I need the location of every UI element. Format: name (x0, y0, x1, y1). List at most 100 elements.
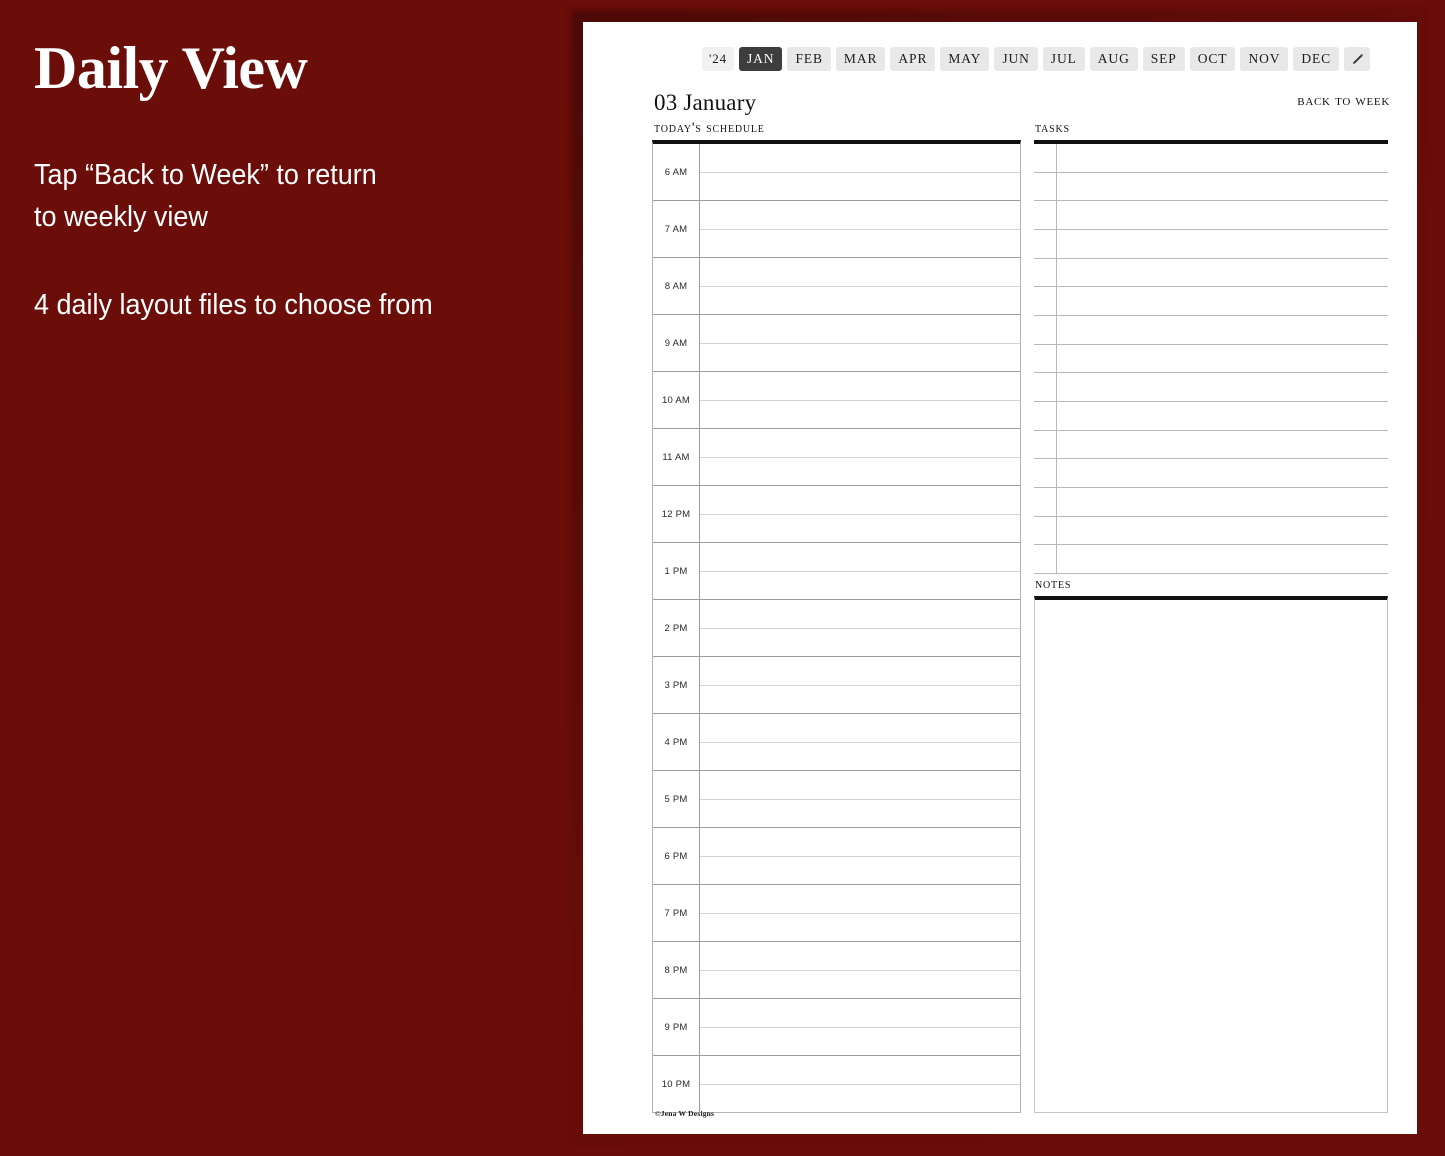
month-tab-year[interactable]: '24 (702, 47, 734, 71)
month-tab-label: FEB (795, 51, 823, 66)
task-row[interactable] (1034, 545, 1388, 575)
planner-page: '24 JAN FEB MAR APR MAY JUN JUL AUG SEP OCT NOV DEC … (583, 22, 1417, 1134)
pen-tool-button[interactable] (1344, 47, 1371, 71)
schedule-hour-row: 12 PM (653, 486, 1020, 543)
task-row[interactable] (1034, 488, 1388, 517)
schedule-entry-slot[interactable] (700, 1056, 1020, 1112)
month-tab-february[interactable]: FEB (787, 47, 831, 71)
promo-paragraph-2: 4 daily layout files to choose from (34, 284, 549, 326)
schedule-hour-label: 6 AM (653, 144, 700, 200)
tasks-list (1034, 140, 1388, 575)
schedule-hour-label: 8 AM (653, 258, 700, 314)
month-tab-label: JUL (1050, 51, 1077, 66)
task-row[interactable] (1034, 259, 1388, 288)
schedule-hour-row: 7 AM (653, 201, 1020, 258)
schedule-hour-row: 10 PM (653, 1056, 1020, 1112)
task-row[interactable] (1034, 459, 1388, 489)
schedule-entry-slot[interactable] (700, 429, 1020, 485)
month-tab-january[interactable]: JAN (739, 47, 783, 71)
schedule-hour-label: 5 PM (653, 771, 700, 827)
copyright-footer: ©Jena W Designs (655, 1109, 715, 1118)
schedule-hour-label: 11 AM (653, 429, 700, 485)
schedule-hour-row: 8 PM (653, 942, 1020, 999)
schedule-hour-label: 1 PM (653, 543, 700, 599)
schedule-hour-label: 7 AM (653, 201, 700, 257)
schedule-hour-label: 4 PM (653, 714, 700, 770)
month-tab-august[interactable]: AUG (1089, 47, 1138, 71)
month-tab-label: MAY (948, 51, 982, 66)
month-tab-october[interactable]: OCT (1189, 47, 1236, 71)
month-tab-label: APR (898, 51, 928, 66)
promo-panel: Daily View Tap “Back to Week” to return … (0, 0, 583, 1156)
schedule-hour-row: 1 PM (653, 543, 1020, 600)
schedule-grid: 6 AM 7 AM 8 AM 9 AM 10 AM 11 AM 12 PM 1 PM 2 PM 3… (652, 140, 1021, 1113)
task-row[interactable] (1034, 373, 1388, 403)
task-row[interactable] (1034, 402, 1388, 431)
schedule-entry-slot[interactable] (700, 657, 1020, 713)
tasks-rows-container (1034, 144, 1388, 575)
task-row[interactable] (1034, 144, 1388, 173)
task-row[interactable] (1034, 517, 1388, 546)
month-tab-november[interactable]: NOV (1240, 47, 1289, 71)
back-to-week-button[interactable]: Back To Week (1297, 93, 1390, 110)
schedule-hour-row: 9 AM (653, 315, 1020, 372)
month-tab-bar: '24 JAN FEB MAR APR MAY JUN JUL AUG SEP OCT NOV DEC (702, 47, 1371, 71)
schedule-section-label: Today's Schedule (654, 120, 765, 136)
month-tab-december[interactable]: DEC (1293, 47, 1340, 71)
schedule-entry-slot[interactable] (700, 315, 1020, 371)
schedule-entry-slot[interactable] (700, 372, 1020, 428)
month-tab-label: MAR (843, 51, 878, 66)
task-row[interactable] (1034, 173, 1388, 202)
schedule-entry-slot[interactable] (700, 942, 1020, 998)
schedule-entry-slot[interactable] (700, 714, 1020, 770)
schedule-hour-row: 5 PM (653, 771, 1020, 828)
schedule-hour-row: 9 PM (653, 999, 1020, 1056)
schedule-hour-label: 9 AM (653, 315, 700, 371)
schedule-hour-label: 10 AM (653, 372, 700, 428)
schedule-hour-row: 11 AM (653, 429, 1020, 486)
schedule-hour-row: 3 PM (653, 657, 1020, 714)
task-row[interactable] (1034, 230, 1388, 259)
schedule-hour-label: 2 PM (653, 600, 700, 656)
schedule-hour-label: 10 PM (653, 1056, 700, 1112)
schedule-entry-slot[interactable] (700, 771, 1020, 827)
month-tab-april[interactable]: APR (890, 47, 936, 71)
task-row[interactable] (1034, 345, 1388, 374)
schedule-hour-row: 2 PM (653, 600, 1020, 657)
schedule-entry-slot[interactable] (700, 144, 1020, 200)
promo-line-1: Tap “Back to Week” to return (34, 159, 377, 191)
schedule-entry-slot[interactable] (700, 201, 1020, 257)
schedule-hour-label: 8 PM (653, 942, 700, 998)
tasks-section-label: Tasks (1035, 120, 1070, 136)
month-tab-label: AUG (1097, 51, 1130, 66)
month-tab-march[interactable]: MAR (835, 47, 886, 71)
month-tab-july[interactable]: JUL (1042, 47, 1085, 71)
schedule-entry-slot[interactable] (700, 999, 1020, 1055)
schedule-hour-row: 10 AM (653, 372, 1020, 429)
schedule-entry-slot[interactable] (700, 543, 1020, 599)
task-row[interactable] (1034, 431, 1388, 460)
schedule-hour-label: 9 PM (653, 999, 700, 1055)
notes-section-label: Notes (1035, 576, 1072, 592)
schedule-entry-slot[interactable] (700, 885, 1020, 941)
schedule-hour-row: 7 PM (653, 885, 1020, 942)
task-row[interactable] (1034, 287, 1388, 317)
schedule-entry-slot[interactable] (700, 828, 1020, 884)
schedule-entry-slot[interactable] (700, 258, 1020, 314)
promo-paragraph-1: Tap “Back to Week” to return to weekly v… (34, 154, 549, 238)
notes-area[interactable] (1034, 596, 1388, 1113)
schedule-hour-row: 4 PM (653, 714, 1020, 771)
month-tab-label: NOV (1248, 51, 1281, 66)
task-row[interactable] (1034, 316, 1388, 345)
schedule-hour-label: 7 PM (653, 885, 700, 941)
month-tab-may[interactable]: MAY (940, 47, 990, 71)
schedule-entry-slot[interactable] (700, 600, 1020, 656)
schedule-entry-slot[interactable] (700, 486, 1020, 542)
month-tab-june[interactable]: JUN (994, 47, 1038, 71)
promo-line-3: 4 daily layout files to choose from (34, 289, 433, 322)
month-tab-september[interactable]: SEP (1142, 47, 1185, 71)
promo-title: Daily View (34, 35, 308, 101)
schedule-hour-row: 6 PM (653, 828, 1020, 885)
pencil-icon (1352, 53, 1363, 64)
task-row[interactable] (1034, 201, 1388, 231)
